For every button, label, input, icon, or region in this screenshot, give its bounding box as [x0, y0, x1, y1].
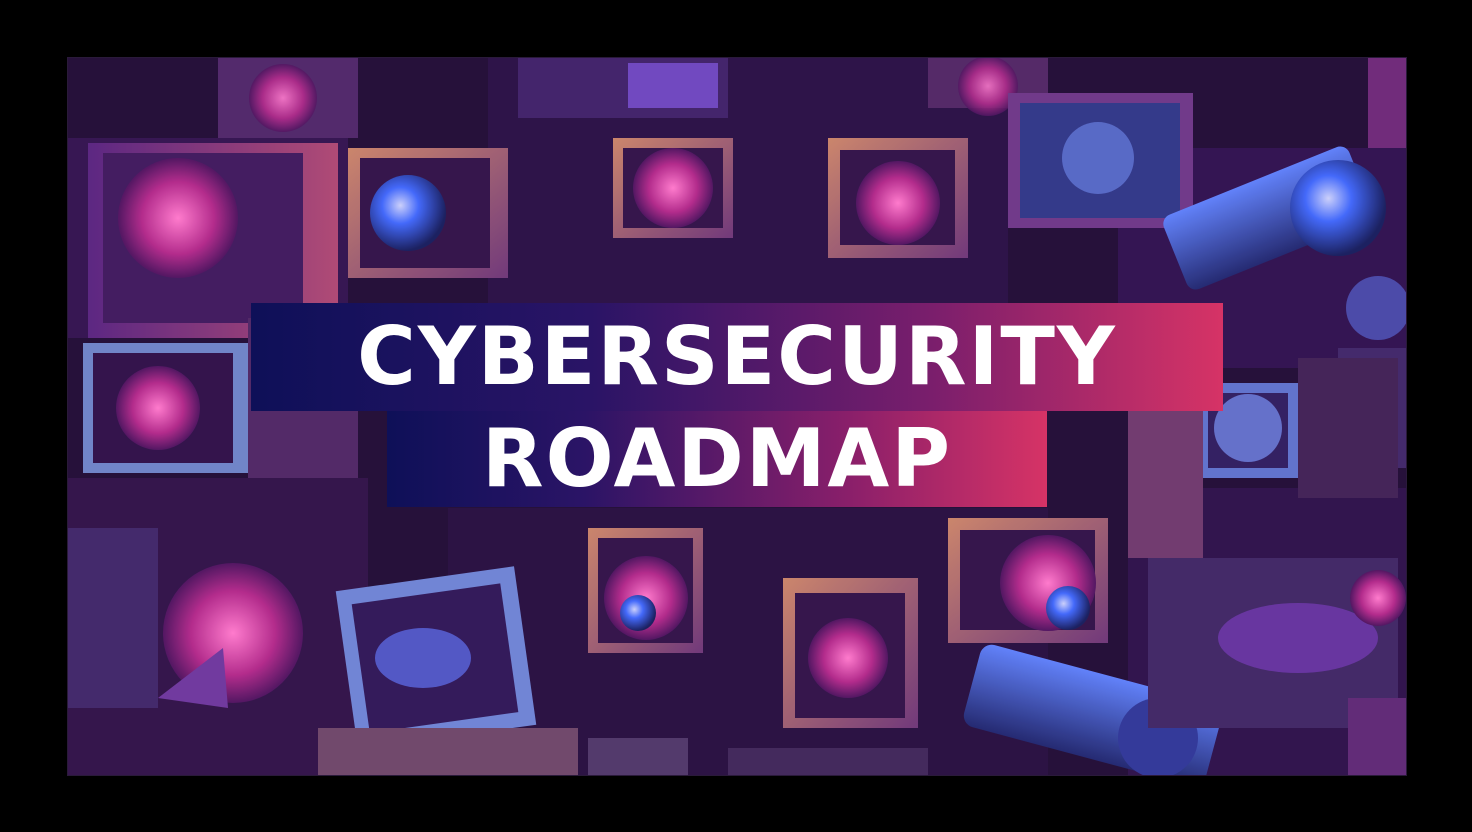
title-line2: ROADMAP	[482, 412, 952, 505]
title-banner-line1: CYBERSECURITY	[251, 303, 1223, 411]
thumbnail-stage: CYBERSECURITY ROADMAP	[0, 0, 1472, 832]
title-line1: CYBERSECURITY	[357, 310, 1117, 403]
title-banner-line2: ROADMAP	[387, 411, 1047, 507]
